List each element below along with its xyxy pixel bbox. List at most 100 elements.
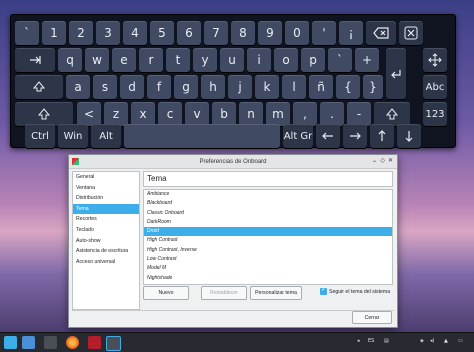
key-tab[interactable] [15, 48, 55, 72]
key-r[interactable]: r [139, 48, 163, 72]
key-less-than[interactable]: < [77, 102, 101, 126]
store-icon[interactable] [44, 336, 57, 349]
key-j[interactable]: j [228, 75, 252, 99]
sidebar-item-layout[interactable]: Distribución [73, 193, 139, 204]
key-a[interactable]: a [66, 75, 90, 99]
theme-item[interactable]: Nightshade [144, 274, 392, 283]
key-alt-gr[interactable]: Alt Gr [283, 124, 313, 148]
key-arrow-up[interactable] [370, 124, 394, 148]
key-abc[interactable]: Abc [423, 75, 447, 99]
theme-item-selected[interactable]: Droid [144, 227, 392, 237]
key-6[interactable]: 6 [177, 21, 201, 45]
sidebar-item-theme[interactable]: Tema [73, 203, 139, 215]
sidebar-item-universal-access[interactable]: Acceso universal [73, 257, 139, 268]
theme-list[interactable]: Ambiance Blackboard Classic Onboard Dark… [143, 189, 393, 285]
window-titlebar[interactable]: Preferencias de Onboard ⌄ ◇ ✕ [69, 155, 397, 169]
key-caps-lock[interactable] [15, 75, 63, 99]
key-c[interactable]: c [158, 102, 182, 126]
checkbox-checked-icon[interactable] [320, 286, 327, 295]
key-2[interactable]: 2 [69, 21, 93, 45]
theme-item[interactable]: Ambiance [144, 190, 392, 199]
key-s[interactable]: s [93, 75, 117, 99]
key-k[interactable]: k [255, 75, 279, 99]
firefox-icon[interactable] [66, 336, 79, 349]
key-left-shift[interactable] [15, 102, 73, 126]
key-u[interactable]: u [220, 48, 244, 72]
theme-item[interactable]: Low Contrast [144, 255, 392, 264]
key-ctrl[interactable]: Ctrl [25, 124, 55, 148]
sidebar-item-window[interactable]: Ventana [73, 183, 139, 194]
desktop-icon[interactable]: ▭ [458, 338, 463, 344]
key-b[interactable]: b [212, 102, 236, 126]
key-comma[interactable]: , [293, 102, 317, 126]
key-backtick[interactable]: ` [15, 21, 39, 45]
theme-item[interactable]: Classic Onboard [144, 209, 392, 218]
key-close[interactable] [399, 21, 423, 45]
key-v[interactable]: v [185, 102, 209, 126]
key-5[interactable]: 5 [150, 21, 174, 45]
terminal-icon[interactable] [88, 336, 101, 349]
key-3[interactable]: 3 [96, 21, 120, 45]
new-theme-button[interactable]: Nuevo [143, 286, 189, 300]
key-alt[interactable]: Alt [91, 124, 121, 148]
theme-item[interactable]: High Contrast [144, 236, 392, 245]
key-move[interactable] [423, 48, 447, 72]
key-7[interactable]: 7 [204, 21, 228, 45]
sidebar-item-keyboard[interactable]: Teclado [73, 225, 139, 236]
close-button[interactable]: Cerrar [352, 311, 392, 324]
follow-system-theme-checkbox[interactable]: Seguir el tema del sistema [320, 286, 390, 295]
theme-item[interactable]: Model M [144, 264, 392, 273]
key-q[interactable]: q [58, 48, 82, 72]
key-space[interactable] [124, 124, 280, 148]
key-h[interactable]: h [201, 75, 225, 99]
key-y[interactable]: y [193, 48, 217, 72]
key-arrow-down[interactable] [397, 124, 421, 148]
key-arrow-left[interactable] [316, 124, 340, 148]
key-z[interactable]: z [104, 102, 128, 126]
key-backspace[interactable] [366, 21, 396, 45]
reset-theme-button[interactable]: Restablecer [201, 286, 247, 300]
key-p[interactable]: p [301, 48, 325, 72]
file-manager-icon[interactable] [22, 336, 35, 349]
key-plus[interactable]: + [355, 48, 379, 72]
key-g[interactable]: g [174, 75, 198, 99]
key-grave[interactable]: ` [328, 48, 352, 72]
key-d[interactable]: d [120, 75, 144, 99]
key-period[interactable]: . [320, 102, 344, 126]
key-inverted-exclamation[interactable]: ¡ [339, 21, 363, 45]
key-4[interactable]: 4 [123, 21, 147, 45]
onboard-task-icon[interactable] [106, 336, 121, 351]
key-x[interactable]: x [131, 102, 155, 126]
key-right-shift[interactable] [374, 102, 410, 126]
key-left-brace[interactable]: { [336, 75, 360, 99]
theme-item[interactable]: High Contrast, Inverse [144, 246, 392, 255]
key-9[interactable]: 9 [258, 21, 282, 45]
key-n-tilde[interactable]: ñ [309, 75, 333, 99]
speaker-icon[interactable]: ◂ [357, 338, 360, 344]
sidebar-item-auto-show[interactable]: Auto-show [73, 236, 139, 247]
key-m[interactable]: m [266, 102, 290, 126]
key-w[interactable]: w [85, 48, 109, 72]
close-icon[interactable]: ✕ [388, 157, 393, 164]
customize-theme-button[interactable]: Personalizar tema [250, 286, 302, 300]
key-apostrophe[interactable]: ' [312, 21, 336, 45]
key-e[interactable]: e [112, 48, 136, 72]
key-8[interactable]: 8 [231, 21, 255, 45]
key-i[interactable]: i [247, 48, 271, 72]
app-launcher-icon[interactable] [4, 336, 17, 349]
key-l[interactable]: l [282, 75, 306, 99]
volume-icon[interactable]: ◂) [430, 338, 434, 344]
key-o[interactable]: o [274, 48, 298, 72]
sidebar-item-snippets[interactable]: Recortes [73, 214, 139, 225]
clipboard-icon[interactable]: ▤ [384, 338, 389, 344]
keyboard-layout-indicator[interactable]: ES [368, 338, 374, 344]
key-n[interactable]: n [239, 102, 263, 126]
key-1[interactable]: 1 [42, 21, 66, 45]
sidebar-item-general[interactable]: General [73, 172, 139, 183]
key-minus[interactable]: - [347, 102, 371, 126]
restore-icon[interactable]: ◇ [380, 157, 385, 164]
notifications-icon[interactable]: ▲ [444, 338, 448, 344]
key-f[interactable]: f [147, 75, 171, 99]
key-t[interactable]: t [166, 48, 190, 72]
theme-item[interactable]: Blackboard [144, 199, 392, 208]
